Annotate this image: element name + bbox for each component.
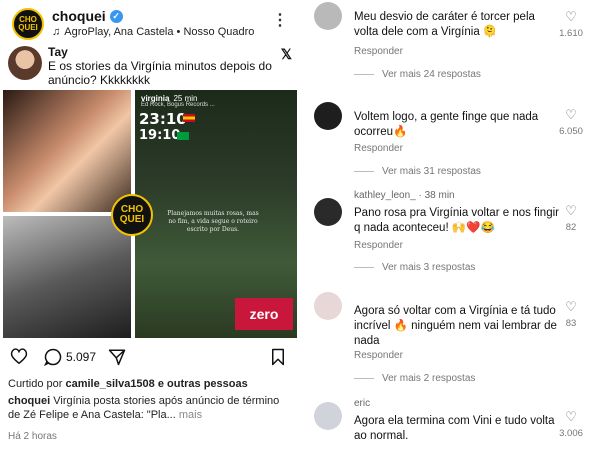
view-replies-label: Ver mais 24 respostas <box>382 69 481 80</box>
comment-avatar[interactable] <box>314 2 342 30</box>
comment-avatar[interactable] <box>314 102 342 130</box>
view-replies[interactable]: Ver mais 31 respostas <box>354 166 481 177</box>
post-time: Há 2 horas <box>8 431 57 442</box>
liked-by[interactable]: Curtido por camile_silva1508 e outras pe… <box>8 378 298 390</box>
send-icon <box>108 349 126 366</box>
reply-button[interactable]: Responder <box>354 240 403 251</box>
view-replies-label: Ver mais 3 respostas <box>382 262 476 273</box>
heart-outline-icon: ♡ <box>565 107 577 122</box>
comment-like[interactable]: ♡ 6.050 <box>556 106 586 137</box>
comment-text: Meu desvio de caráter é torcer pela volt… <box>354 11 535 38</box>
photo-top-left <box>3 90 131 212</box>
tweet-embed: Tay E os stories da Virgínia minutos dep… <box>8 44 298 87</box>
reply-button[interactable]: Responder <box>354 46 403 57</box>
comment-like-count: 82 <box>565 222 577 233</box>
comment-text: Voltem logo, a gente finge que nada ocor… <box>354 111 539 138</box>
comment-button[interactable]: 5.097 <box>44 348 96 366</box>
comment-like[interactable]: ♡ 82 <box>556 202 586 233</box>
heart-outline-icon: ♡ <box>565 203 577 218</box>
spain-flag-icon <box>183 114 195 122</box>
view-replies[interactable]: Ver mais 24 respostas <box>354 69 481 80</box>
liked-by-others[interactable]: e outras pessoas <box>158 378 248 390</box>
logo-text: CHO QUEI <box>18 15 38 32</box>
divider-line <box>354 74 374 75</box>
heart-outline-icon: ♡ <box>565 409 577 424</box>
save-button[interactable] <box>270 348 286 366</box>
view-replies[interactable]: Ver mais 3 respostas <box>354 262 475 273</box>
story-time-2: 19:10 <box>139 128 181 143</box>
view-replies-label: Ver mais 2 respostas <box>382 373 476 384</box>
heart-outline-icon: ♡ <box>565 299 577 314</box>
audio-label: AgroPlay, Ana Castela • Nosso Quadro <box>64 26 255 38</box>
share-button[interactable] <box>108 348 126 366</box>
brazil-flag-icon <box>177 132 189 140</box>
heart-outline-icon: ♡ <box>565 9 577 24</box>
divider-line <box>354 378 374 379</box>
photo-bottom-left <box>3 216 131 338</box>
story-song: Ed Rock, Bogus Records ... <box>141 102 215 108</box>
comment-like-count: 83 <box>565 318 577 329</box>
zero-badge: zero <box>235 298 293 330</box>
comments-count: 5.097 <box>66 350 97 364</box>
divider-line <box>354 171 374 172</box>
caption-more-link[interactable]: mais <box>179 409 202 421</box>
caption-user[interactable]: choquei <box>8 395 50 407</box>
comments-panel: Meu desvio de caráter é torcer pela volt… <box>300 0 600 450</box>
liked-by-user[interactable]: camile_silva1508 <box>65 378 154 390</box>
comment-like[interactable]: ♡ 3.006 <box>556 408 586 439</box>
comment-icon <box>44 348 62 366</box>
story-caption: Planejamos muitas rosas, mas no fim, a v… <box>167 210 259 233</box>
comment-avatar[interactable] <box>314 198 342 226</box>
tweet-avatar <box>8 46 42 80</box>
audio-link[interactable]: ♫ AgroPlay, Ana Castela • Nosso Quadro <box>52 26 254 38</box>
verified-icon: ✓ <box>109 9 123 23</box>
view-replies-label: Ver mais 31 respostas <box>382 166 481 177</box>
username-label: choquei <box>52 8 106 24</box>
reply-button[interactable]: Responder <box>354 143 403 154</box>
divider-line <box>354 267 374 268</box>
choquei-watermark: CHO QUEI <box>111 194 153 236</box>
comment-avatar[interactable] <box>314 292 342 320</box>
story-time-1: 23:10 <box>139 110 187 128</box>
post-media[interactable]: virginia 25 min Ed Rock, Bogus Records .… <box>3 90 297 338</box>
comment-like[interactable]: ♡ 1.610 <box>556 8 586 39</box>
view-replies[interactable]: Ver mais 2 respostas <box>354 373 475 384</box>
liked-by-prefix: Curtido por <box>8 378 63 390</box>
comment-like[interactable]: ♡ 83 <box>556 298 586 329</box>
reply-button[interactable]: Responder <box>354 350 403 361</box>
post-actions: 5.097 <box>8 348 298 370</box>
story-screenshot: virginia 25 min Ed Rock, Bogus Records .… <box>135 90 297 338</box>
comment-text: Agora ela termina com Vini e tudo volta … <box>354 415 555 442</box>
music-note-icon: ♫ <box>52 26 61 38</box>
more-options-icon[interactable]: ⋮ <box>272 10 288 30</box>
like-button[interactable] <box>10 348 28 364</box>
post-panel: CHO QUEI choquei ✓ ♫ AgroPlay, Ana Caste… <box>0 0 300 450</box>
comment-text: Agora só voltar com a Virgínia e tá tudo… <box>354 305 557 347</box>
tweet-author: Tay <box>48 45 68 59</box>
bookmark-icon <box>272 348 284 366</box>
post-caption: choquei Virgínia posta stories após anún… <box>8 394 288 422</box>
heart-icon <box>10 348 28 364</box>
choquei-avatar[interactable]: CHO QUEI <box>12 8 44 40</box>
comment-username[interactable]: eric <box>354 398 370 409</box>
comment-like-count: 1.610 <box>559 28 583 39</box>
comment-like-count: 6.050 <box>559 126 583 137</box>
tweet-text: E os stories da Virgínia minutos depois … <box>48 59 272 87</box>
comment-like-count: 3.006 <box>559 428 583 439</box>
watermark-text: CHO QUEI <box>119 204 145 225</box>
x-logo-icon: 𝕏 <box>280 46 292 62</box>
comment-avatar[interactable] <box>314 402 342 430</box>
post-header: CHO QUEI choquei ✓ ♫ AgroPlay, Ana Caste… <box>8 6 298 42</box>
comment-username[interactable]: kathley_leon_ · 38 min <box>354 190 455 201</box>
post-username[interactable]: choquei ✓ <box>52 8 123 24</box>
comment-text: Pano rosa pra Virgínia voltar e nos fing… <box>354 207 559 234</box>
